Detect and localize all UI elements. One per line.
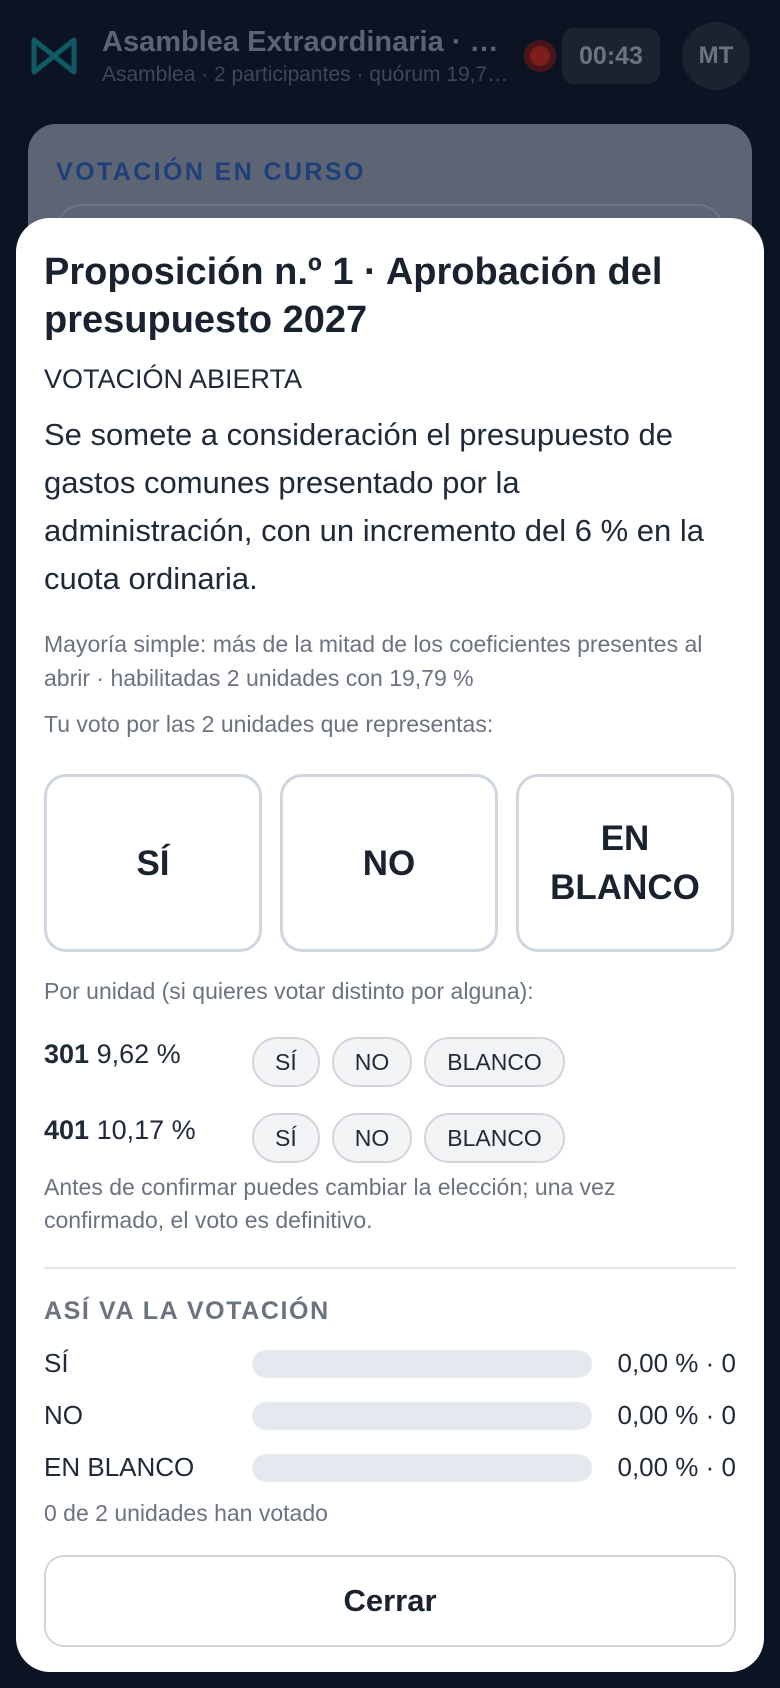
per-unit-label: Por unidad (si quieres votar distinto po… [44, 978, 534, 1004]
app: Asamblea Extraordinaria · Consejo 2026 A… [0, 0, 780, 1688]
unit-vote-no-button[interactable]: NO [331, 1113, 413, 1163]
result-progress-bar [252, 1402, 592, 1430]
unit-number: 401 [44, 1115, 90, 1145]
divider [44, 1267, 736, 1269]
result-value: 0,00 % · 0 [617, 1400, 736, 1430]
vote-prompt: Tu voto por las 2 unidades que represent… [44, 711, 494, 737]
result-progress-bar [252, 1454, 592, 1482]
result-row: SÍ 0,00 % · 0 [44, 1336, 736, 1388]
proposition-title: Proposición n.º 1 · Aprobación del presu… [44, 251, 663, 341]
result-row: EN BLANCO 0,00 % · 0 [44, 1440, 736, 1492]
bulk-vote-options: SÍ NO EN BLANCO [44, 774, 736, 952]
meeting-subtitle: Asamblea · 2 participantes · quórum 19,7… [102, 62, 512, 86]
result-value: 0,00 % · 0 [617, 1452, 736, 1482]
result-label: NO [44, 1400, 83, 1430]
unit-vote-yes-button[interactable]: SÍ [252, 1113, 320, 1163]
unit-vote-blank-button[interactable]: BLANCO [424, 1037, 565, 1087]
vote-modal: Proposición n.º 1 · Aprobación del presu… [16, 218, 764, 1672]
result-value: 0,00 % · 0 [617, 1348, 736, 1378]
result-label: EN BLANCO [44, 1452, 195, 1482]
unit-label: 301 9,62 % [44, 1039, 181, 1070]
vote-blank-button[interactable]: EN BLANCO [516, 774, 734, 952]
results-title: ASÍ VA LA VOTACIÓN [44, 1297, 330, 1325]
unit-vote-yes-button[interactable]: SÍ [252, 1037, 320, 1087]
unit-row: 401 10,17 % SÍ NO BLANCO [44, 1101, 736, 1177]
close-button[interactable]: Cerrar [44, 1555, 736, 1647]
unit-number: 301 [44, 1039, 90, 1069]
result-row: NO 0,00 % · 0 [44, 1388, 736, 1440]
proposition-description: Se somete a consideración el presupuesto… [44, 417, 704, 596]
unit-vote-options: SÍ NO BLANCO [252, 1037, 565, 1087]
top-bar: Asamblea Extraordinaria · Consejo 2026 A… [0, 0, 780, 112]
vote-status: VOTACIÓN ABIERTA [44, 364, 303, 394]
unit-vote-no-button[interactable]: NO [331, 1037, 413, 1087]
votes-summary: 0 de 2 unidades han votado [44, 1500, 328, 1526]
confirmation-note: Antes de confirmar puedes cambiar la ele… [44, 1174, 616, 1233]
vote-yes-button[interactable]: SÍ [44, 774, 262, 952]
unit-coefficient: 9,62 % [96, 1039, 181, 1069]
bowtie-logo-icon [26, 28, 82, 84]
unit-vote-blank-button[interactable]: BLANCO [424, 1113, 565, 1163]
avatar[interactable]: MT [682, 22, 750, 90]
background-card-title: VOTACIÓN EN CURSO [56, 158, 366, 186]
meeting-info: Asamblea Extraordinaria · Consejo 2026 A… [102, 26, 512, 87]
meeting-title: Asamblea Extraordinaria · Consejo 2026 [102, 25, 512, 58]
unit-vote-options: SÍ NO BLANCO [252, 1113, 565, 1163]
result-progress-bar [252, 1350, 592, 1378]
unit-label: 401 10,17 % [44, 1115, 196, 1146]
unit-coefficient: 10,17 % [96, 1115, 196, 1145]
majority-rule: Mayoría simple: más de la mitad de los c… [44, 631, 703, 691]
recording-dot-icon [524, 40, 556, 72]
unit-row: 301 9,62 % SÍ NO BLANCO [44, 1025, 736, 1101]
result-label: SÍ [44, 1348, 69, 1378]
vote-no-button[interactable]: NO [280, 774, 498, 952]
session-timer: 00:43 [562, 28, 660, 84]
vote-blank-label: EN BLANCO [550, 819, 700, 907]
